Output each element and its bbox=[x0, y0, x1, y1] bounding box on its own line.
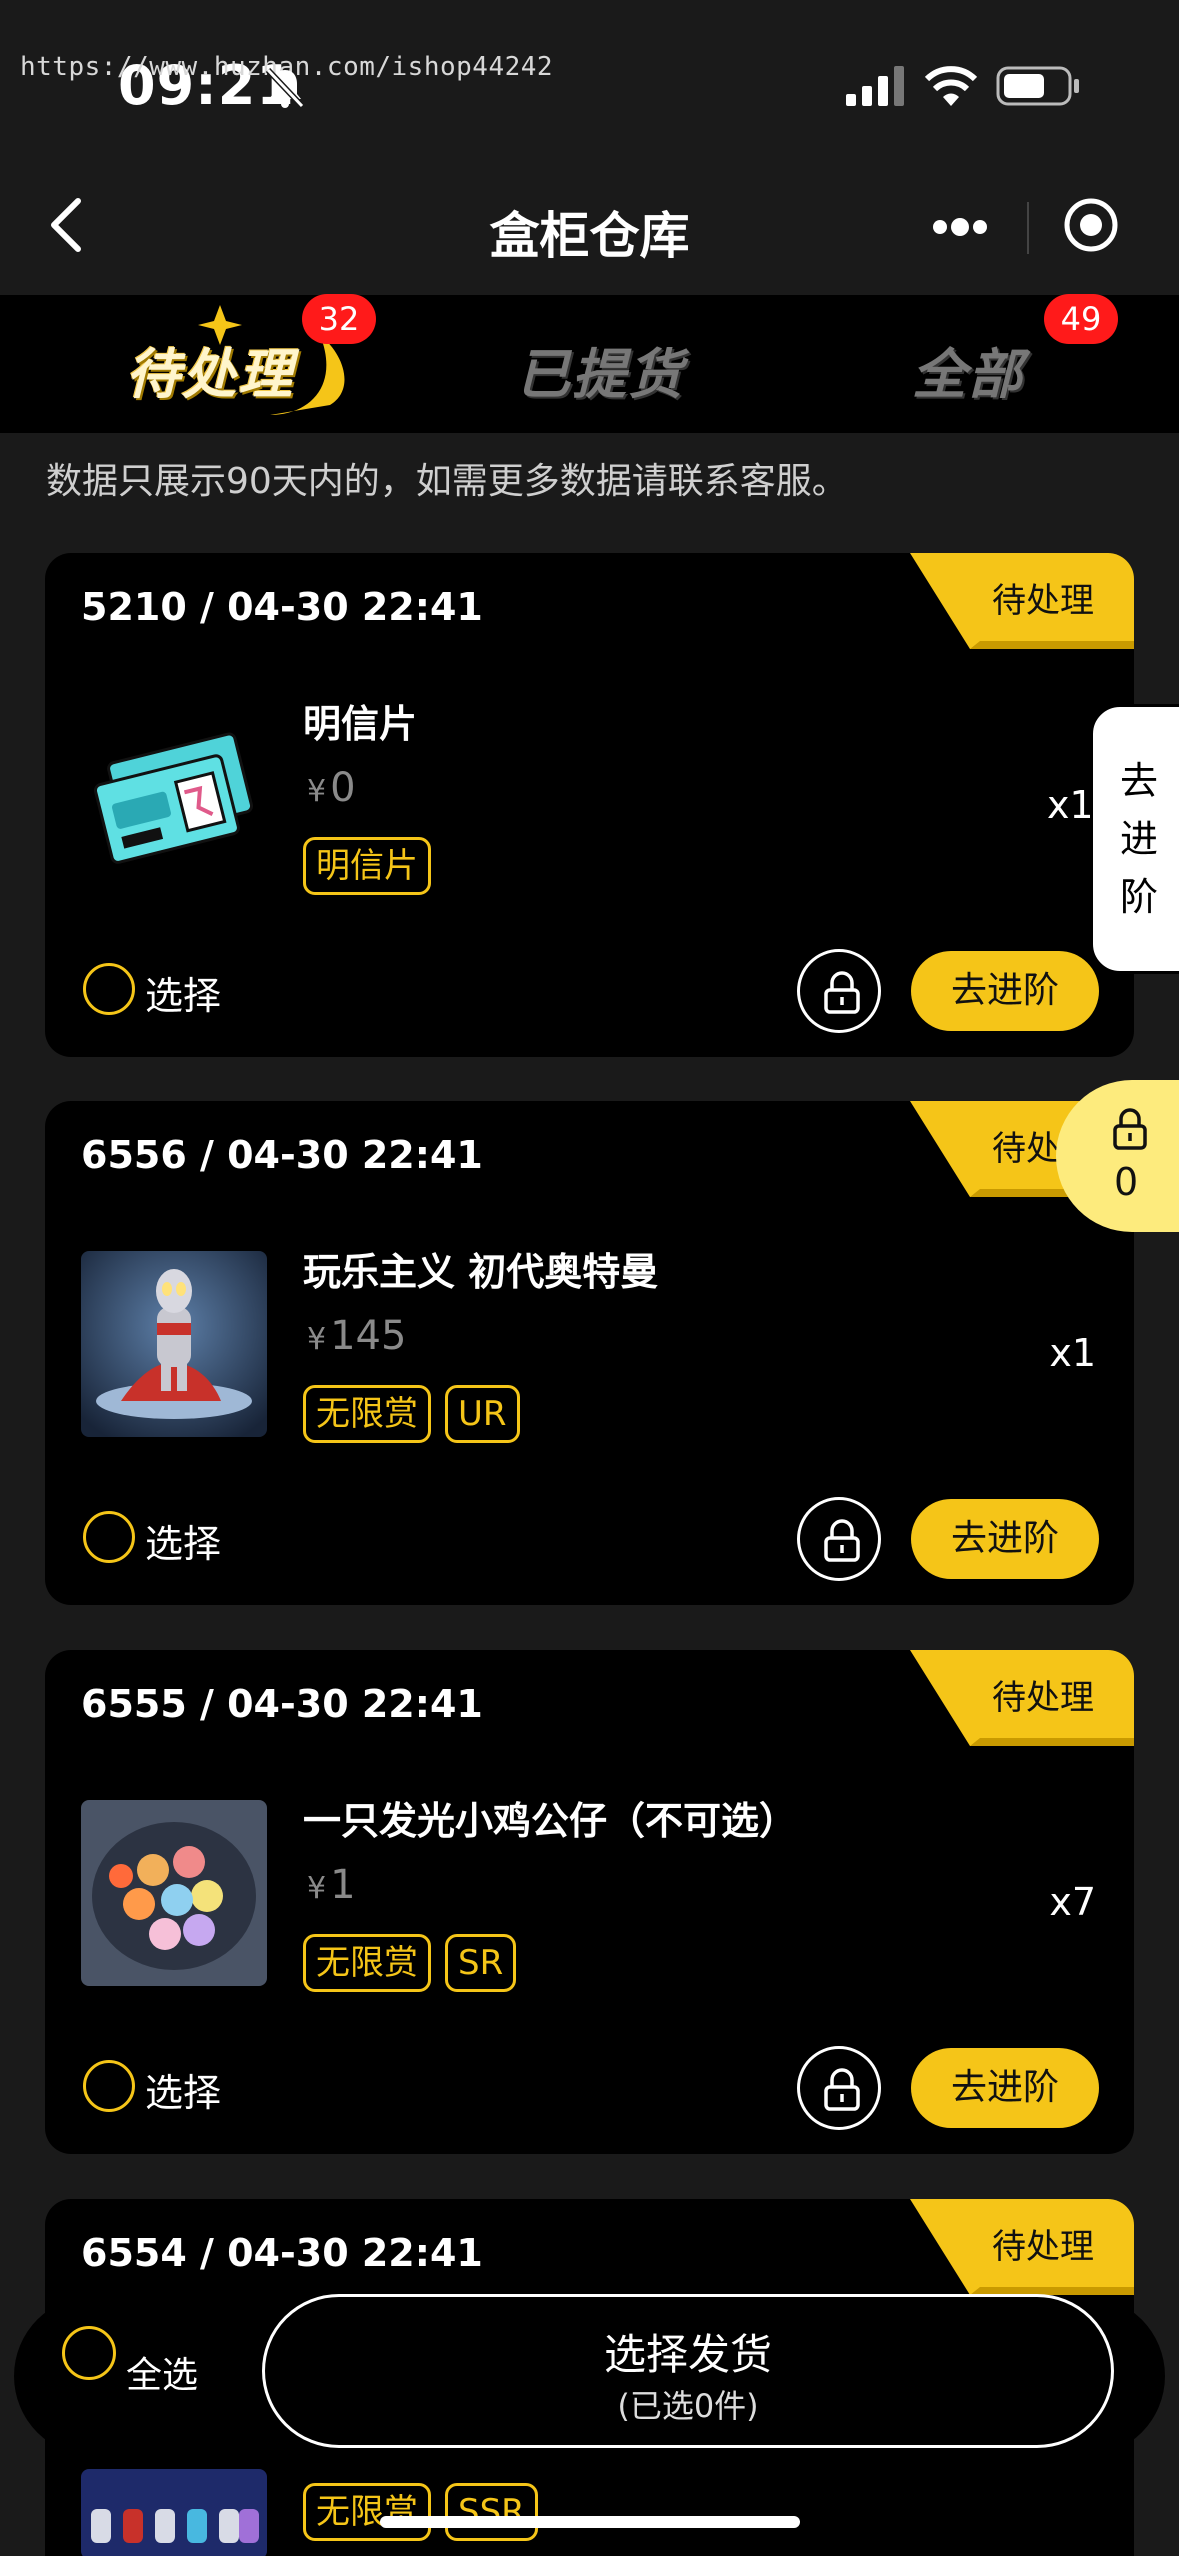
status-label: 待处理 bbox=[992, 2227, 1094, 2267]
target-close-icon[interactable] bbox=[1063, 197, 1119, 253]
tag-row: 无限赏 SSR bbox=[303, 2483, 538, 2541]
currency-symbol: ¥ bbox=[307, 1871, 327, 1906]
rarity-tag: SR bbox=[445, 1934, 517, 1992]
quantity: x1 bbox=[1049, 1331, 1096, 1375]
select-all-checkbox[interactable] bbox=[62, 2326, 116, 2380]
product-name: 玩乐主义 初代奥特曼 bbox=[303, 1250, 659, 1294]
locked-count: 0 bbox=[1114, 1160, 1139, 1204]
tag-row: 无限赏 SR bbox=[303, 1934, 517, 1992]
rarity-tag: SSR bbox=[445, 2483, 538, 2541]
product-image[interactable] bbox=[81, 2469, 267, 2556]
price-value: 145 bbox=[330, 1313, 407, 1359]
notice-text: 数据只展示90天内的，如需更多数据请联系客服。 bbox=[46, 461, 848, 502]
select-checkbox[interactable] bbox=[83, 2060, 135, 2112]
ship-label: 选择发货 bbox=[603, 2330, 772, 2379]
all-count-badge: 49 bbox=[1044, 294, 1118, 344]
select-all-label[interactable]: 全选 bbox=[126, 2346, 198, 2398]
currency-symbol: ¥ bbox=[307, 774, 327, 809]
tag-row: 无限赏 UR bbox=[303, 1385, 520, 1443]
select-label[interactable]: 选择 bbox=[145, 965, 221, 1020]
card-id-time: 5210 / 04-30 22:41 bbox=[81, 585, 483, 629]
product-price: ¥145 bbox=[307, 1313, 406, 1359]
lock-button[interactable] bbox=[797, 949, 881, 1033]
quantity: x7 bbox=[1049, 1880, 1096, 1924]
product-image[interactable] bbox=[81, 1251, 267, 1437]
signal-icon bbox=[846, 66, 904, 106]
product-image[interactable] bbox=[81, 703, 267, 889]
price-value: 1 bbox=[330, 1862, 356, 1908]
tag-row: 明信片 bbox=[303, 837, 431, 895]
tab-pending[interactable]: 待处理 bbox=[126, 330, 294, 409]
select-checkbox[interactable] bbox=[83, 963, 135, 1015]
rarity-tag: UR bbox=[445, 1385, 520, 1443]
price-value: 0 bbox=[330, 765, 356, 811]
side-advance-label[interactable]: 去进阶 bbox=[1104, 752, 1174, 926]
card-id-time: 6555 / 04-30 22:41 bbox=[81, 1682, 483, 1726]
battery-icon bbox=[996, 66, 1079, 106]
tag: 无限赏 bbox=[303, 1385, 431, 1443]
select-checkbox[interactable] bbox=[83, 1511, 135, 1563]
wifi-icon bbox=[924, 66, 978, 106]
pending-count-badge: 32 bbox=[302, 294, 376, 344]
currency-symbol: ¥ bbox=[307, 1322, 327, 1357]
product-name: 明信片 bbox=[303, 702, 418, 746]
status-label: 待处理 bbox=[992, 581, 1094, 621]
lock-icon bbox=[1113, 1108, 1147, 1150]
item-card: 待处理 6555 / 04-30 22:41 一只发光小鸡公仔（不可选） ¥1 … bbox=[45, 1650, 1134, 2154]
selected-count: (已选0件) bbox=[617, 2387, 759, 2425]
item-card: 待处理 5210 / 04-30 22:41 明信片 ¥0 明信片 x197 选… bbox=[45, 553, 1134, 1057]
status-label: 待处理 bbox=[992, 1678, 1094, 1718]
lock-button[interactable] bbox=[797, 2046, 881, 2130]
lock-button[interactable] bbox=[797, 1497, 881, 1581]
product-price: ¥0 bbox=[307, 765, 356, 811]
select-label[interactable]: 选择 bbox=[145, 2062, 221, 2117]
bell-off-icon bbox=[265, 67, 305, 109]
card-id-time: 6554 / 04-30 22:41 bbox=[81, 2231, 483, 2275]
tag: 无限赏 bbox=[303, 1934, 431, 1992]
item-card: 待处理 6556 / 04-30 22:41 玩乐主义 初代奥特曼 ¥145 无… bbox=[45, 1101, 1134, 1605]
card-id-time: 6556 / 04-30 22:41 bbox=[81, 1133, 483, 1177]
more-dots-icon[interactable] bbox=[930, 212, 990, 242]
product-image[interactable] bbox=[81, 1800, 267, 1986]
tab-all[interactable]: 全部 bbox=[912, 330, 1024, 409]
tag: 无限赏 bbox=[303, 2483, 431, 2541]
product-name: 一只发光小鸡公仔（不可选） bbox=[303, 1799, 798, 1843]
ship-button[interactable]: 选择发货 (已选0件) bbox=[262, 2294, 1114, 2448]
capsule-divider bbox=[1027, 202, 1029, 254]
advance-button[interactable]: 去进阶 bbox=[911, 2048, 1099, 2128]
tag: 明信片 bbox=[303, 837, 431, 895]
lock-icon bbox=[824, 1519, 860, 1562]
lock-icon bbox=[824, 971, 860, 1014]
tab-picked-up[interactable]: 已提货 bbox=[516, 330, 684, 409]
home-indicator bbox=[380, 2516, 800, 2528]
select-label[interactable]: 选择 bbox=[145, 1513, 221, 1568]
advance-button[interactable]: 去进阶 bbox=[911, 951, 1099, 1031]
product-price: ¥1 bbox=[307, 1862, 356, 1908]
lock-icon bbox=[824, 2068, 860, 2111]
advance-button[interactable]: 去进阶 bbox=[911, 1499, 1099, 1579]
